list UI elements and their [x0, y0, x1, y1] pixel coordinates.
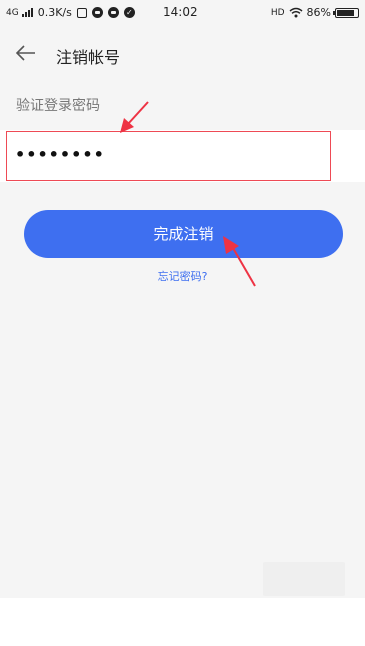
status-bar: 4G 0.3K/s ✓ 14:02 HD 86%	[0, 0, 365, 26]
status-left: 4G 0.3K/s ✓	[6, 6, 135, 19]
password-label: 验证登录密码	[16, 98, 100, 114]
status-time: 14:02	[163, 5, 198, 19]
battery-icon	[333, 7, 359, 18]
battery-percent: 86%	[306, 6, 331, 19]
wifi-icon	[289, 7, 303, 18]
annotation-arrow-icon	[223, 236, 256, 287]
app-screen: 4G 0.3K/s ✓ 14:02 HD 86% 注销帐号 验证登录密码 •••…	[0, 0, 365, 598]
notification-message-icon	[107, 7, 119, 18]
page-title: 注销帐号	[56, 48, 121, 67]
annotation-arrow-icon	[120, 101, 149, 133]
network-type: 4G	[6, 7, 19, 18]
back-button[interactable]	[12, 40, 40, 66]
confirm-deregister-button[interactable]: 完成注销	[24, 210, 343, 258]
header-bar: 注销帐号	[0, 30, 365, 76]
signal-icon	[21, 8, 33, 17]
password-row: ••••••••	[0, 130, 365, 182]
status-right: HD 86%	[271, 6, 359, 19]
check-circle-icon: ✓	[123, 7, 135, 18]
background-block	[263, 562, 345, 596]
hd-indicator: HD	[270, 7, 285, 18]
password-input[interactable]: ••••••••	[6, 131, 331, 181]
forgot-password-link[interactable]: 忘记密码?	[0, 268, 365, 284]
battery-level	[337, 9, 355, 16]
network-speed: 0.3K/s	[37, 6, 72, 19]
notification-square-icon	[76, 7, 87, 18]
arrow-left-icon	[15, 45, 35, 61]
notification-chat-icon	[91, 7, 103, 18]
